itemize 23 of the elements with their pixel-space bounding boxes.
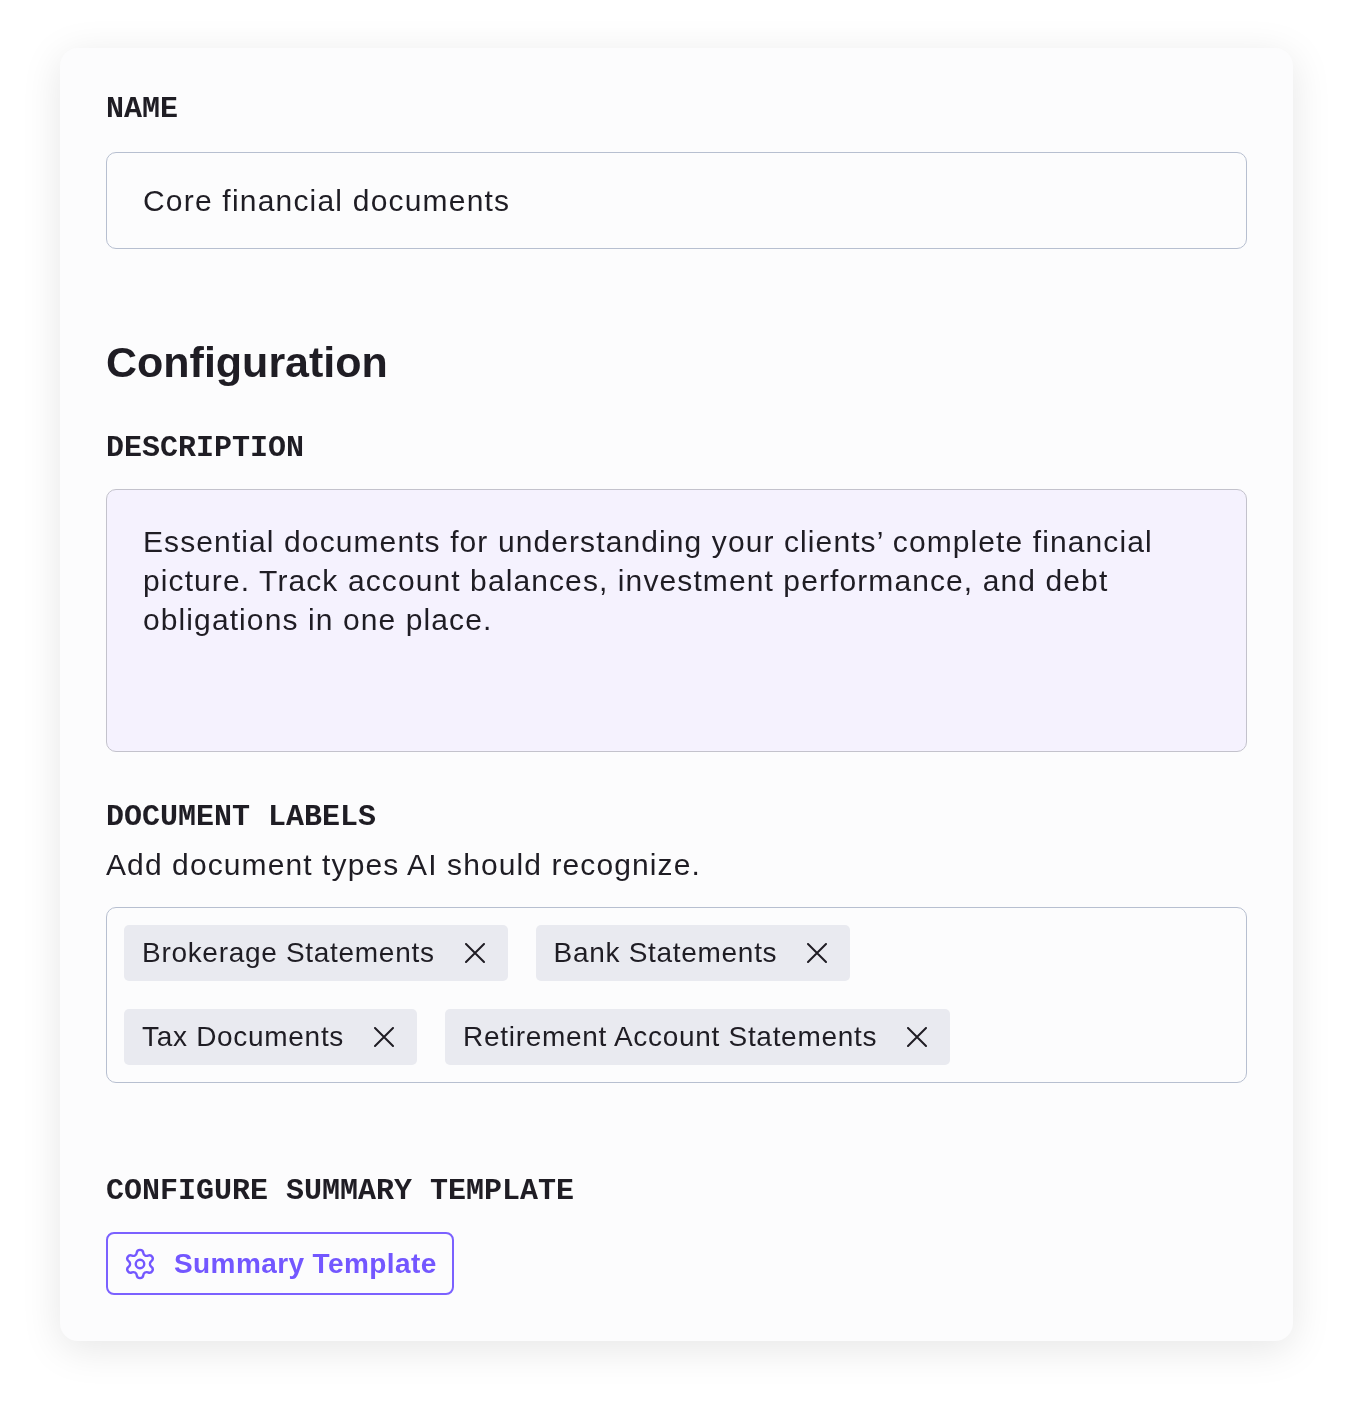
- close-icon: [907, 1027, 928, 1047]
- description-text-area[interactable]: Essential documents for understanding your clients’ complete financial picture. Track account balances, investment performance, and debt obligations in one place.: [106, 489, 1247, 752]
- summary-template-button[interactable]: Summary Template: [106, 1232, 454, 1295]
- tag-label: Brokerage Statements: [142, 936, 435, 970]
- tag-input-field[interactable]: Brokerage Statements Bank Statements Tax Documents Retirement Account Statements: [106, 907, 1247, 1083]
- remove-tag-button[interactable]: [464, 943, 485, 963]
- remove-tag-button[interactable]: [374, 1027, 395, 1047]
- tag-label: Retirement Account Statements: [463, 1020, 878, 1054]
- tag-label: Tax Documents: [142, 1020, 345, 1054]
- gear-icon: [123, 1246, 157, 1281]
- helper-text: Add document types AI should recognize.: [106, 847, 701, 883]
- document-labels-label: DOCUMENT LABELS: [106, 800, 377, 834]
- remove-tag-button[interactable]: [907, 1027, 928, 1047]
- close-icon: [374, 1027, 395, 1047]
- description-label: DESCRIPTION: [106, 431, 305, 465]
- remove-tag-button[interactable]: [807, 943, 828, 963]
- name-input-field[interactable]: Core financial documents: [106, 152, 1247, 249]
- tag-label: Bank Statements: [553, 936, 778, 970]
- close-icon: [464, 943, 485, 963]
- summary-template-label: CONFIGURE SUMMARY TEMPLATE: [106, 1174, 575, 1208]
- configuration-heading: Configuration: [106, 337, 388, 387]
- close-icon: [807, 943, 828, 963]
- name-label: NAME: [106, 92, 178, 126]
